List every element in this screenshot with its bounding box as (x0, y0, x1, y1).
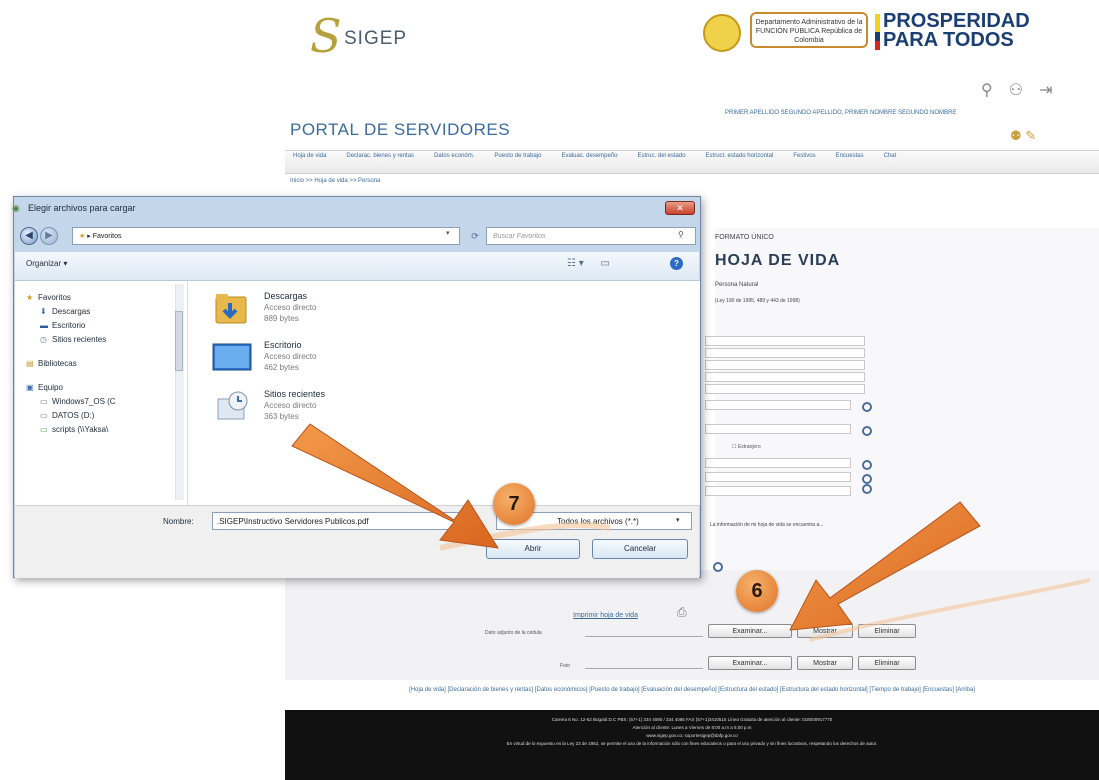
arrow-step6-icon (789, 501, 981, 631)
step-badge-6: 6 (736, 570, 778, 612)
arrow-step7-icon (291, 423, 499, 549)
annotation-arrows (291, 423, 1091, 642)
step-badge-7: 7 (493, 483, 535, 525)
